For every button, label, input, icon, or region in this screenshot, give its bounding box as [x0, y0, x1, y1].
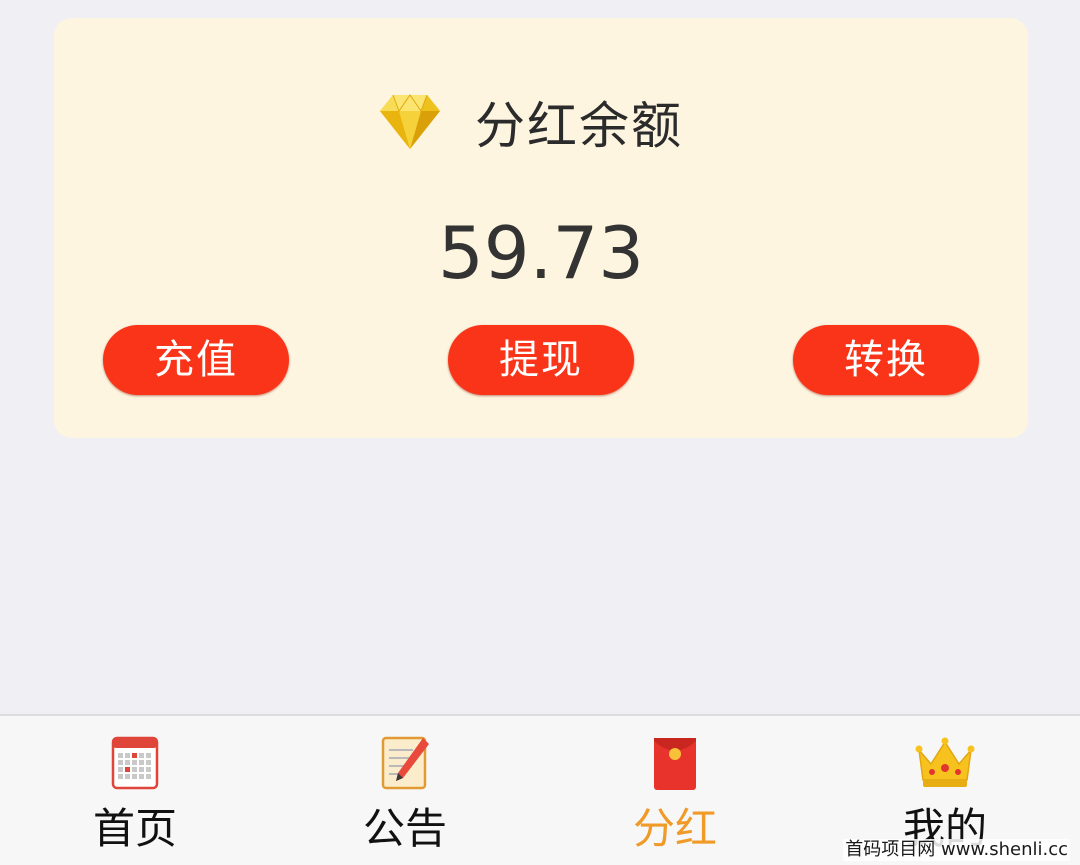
- tab-dividend[interactable]: 分红: [540, 716, 810, 865]
- card-title: 分红余额: [475, 97, 683, 155]
- crown-icon: [915, 737, 975, 787]
- balance-amount: 59.73: [437, 211, 645, 295]
- diamond-icon: [380, 94, 440, 149]
- tab-home[interactable]: 首页: [0, 716, 270, 865]
- withdraw-button[interactable]: 提现: [448, 325, 634, 395]
- tab-notice[interactable]: 公告: [270, 716, 540, 865]
- tab-notice-label: 公告: [362, 804, 447, 853]
- tab-home-label: 首页: [92, 804, 177, 853]
- watermark-text: 首码项目网 www.shenli.cc: [843, 839, 1070, 861]
- calendar-icon: [111, 736, 159, 790]
- tab-dividend-label: 分红: [632, 804, 717, 853]
- card-header: 分红余额: [54, 84, 1028, 160]
- balance-card: 分红余额 59.73 充值 提现 转换: [54, 18, 1028, 438]
- recharge-button[interactable]: 充值: [103, 325, 289, 395]
- red-envelope-icon: [654, 738, 696, 790]
- convert-button[interactable]: 转换: [793, 325, 979, 395]
- notepad-icon: [381, 736, 429, 790]
